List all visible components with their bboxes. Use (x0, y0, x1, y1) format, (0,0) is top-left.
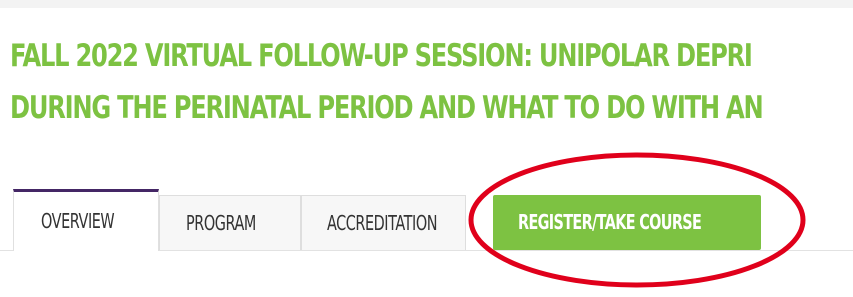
tab-accreditation-label: ACCREDITATION (327, 211, 438, 235)
top-strip (0, 0, 853, 8)
tab-overview[interactable]: OVERVIEW (13, 189, 159, 251)
tab-accreditation[interactable]: ACCREDITATION (301, 195, 466, 250)
tab-program-label: PROGRAM (186, 211, 256, 235)
course-tabs: PROGRAM ACCREDITATION OVERVIEW REGISTER/… (0, 189, 853, 251)
page-title-line-1: FALL 2022 VIRTUAL FOLLOW-UP SESSION: UNI… (10, 38, 753, 74)
tab-register-take-course[interactable]: REGISTER/TAKE COURSE (493, 195, 761, 250)
tab-overview-label: OVERVIEW (41, 209, 115, 233)
tab-program[interactable]: PROGRAM (159, 195, 301, 250)
page-title-line-2: DURING THE PERINATAL PERIOD AND WHAT TO … (10, 90, 764, 126)
page-title: FALL 2022 VIRTUAL FOLLOW-UP SESSION: UNI… (10, 30, 853, 134)
tab-register-take-course-label: REGISTER/TAKE COURSE (518, 210, 702, 234)
